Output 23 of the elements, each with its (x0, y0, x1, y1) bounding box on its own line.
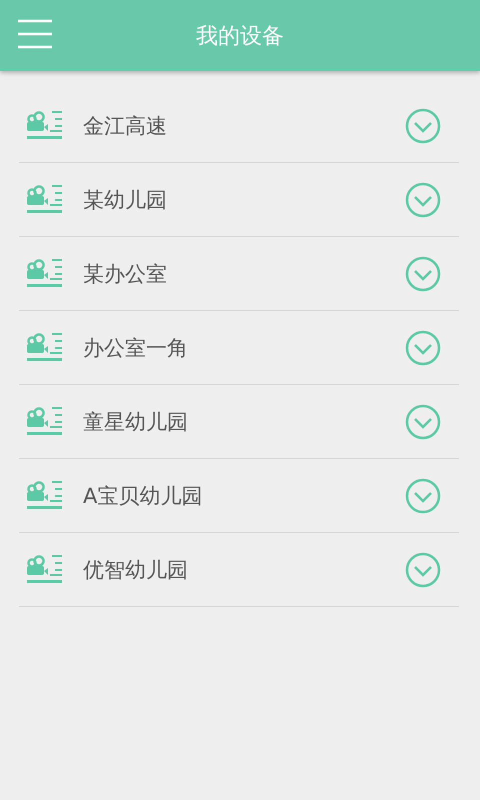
device-name: A宝贝幼儿园 (83, 482, 204, 510)
device-name: 某办公室 (83, 260, 168, 288)
video-camera-icon (26, 184, 63, 216)
expand-button[interactable] (405, 330, 441, 366)
device-name: 童星幼儿园 (83, 408, 189, 436)
expand-button[interactable] (405, 404, 441, 440)
video-camera-icon (26, 406, 63, 438)
video-camera-icon (26, 480, 63, 512)
expand-button[interactable] (405, 256, 441, 292)
device-name: 优智幼儿园 (83, 556, 189, 584)
video-camera-icon (26, 332, 63, 364)
expand-button[interactable] (405, 478, 441, 514)
video-camera-icon (26, 258, 63, 290)
video-camera-icon (26, 110, 63, 142)
header-title: 我的设备 (196, 22, 284, 50)
expand-button[interactable] (405, 108, 441, 144)
expand-button[interactable] (405, 552, 441, 588)
menu-button[interactable] (18, 19, 52, 49)
device-name: 金江高速 (83, 112, 168, 140)
video-camera-icon (26, 554, 63, 586)
expand-button[interactable] (405, 182, 441, 218)
device-name: 办公室一角 (83, 334, 189, 362)
device-name: 某幼儿园 (83, 186, 168, 214)
